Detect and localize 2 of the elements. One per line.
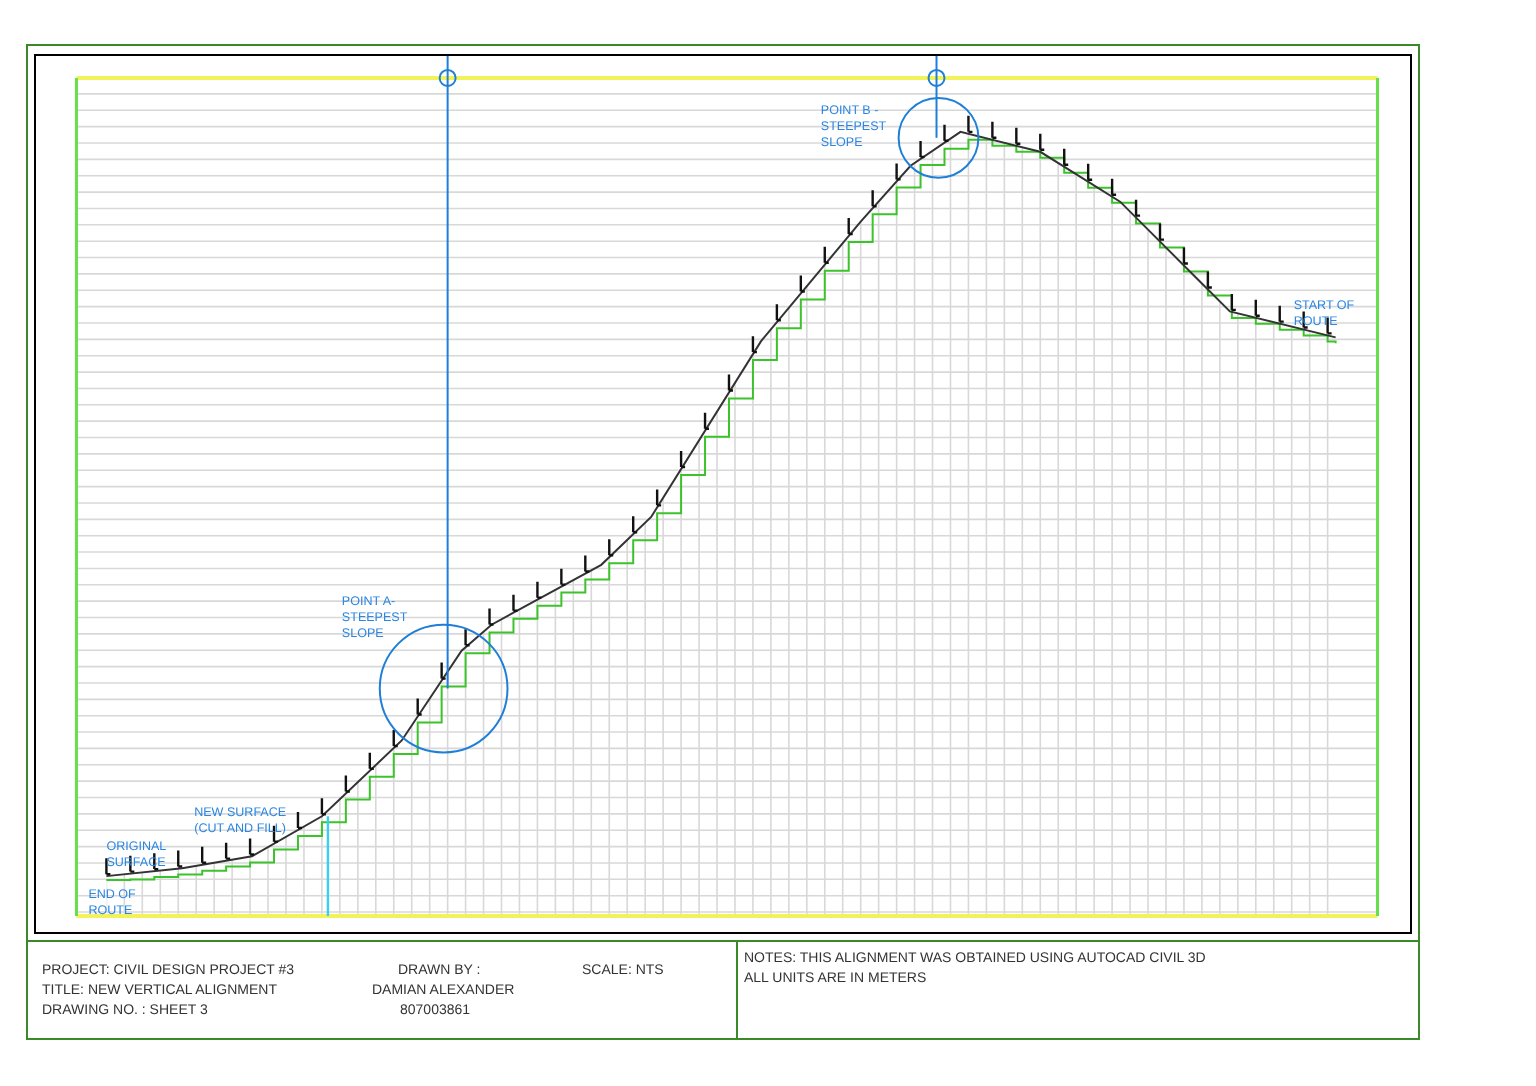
- point-b-marker: [897, 56, 980, 179]
- section-line: [326, 816, 330, 917]
